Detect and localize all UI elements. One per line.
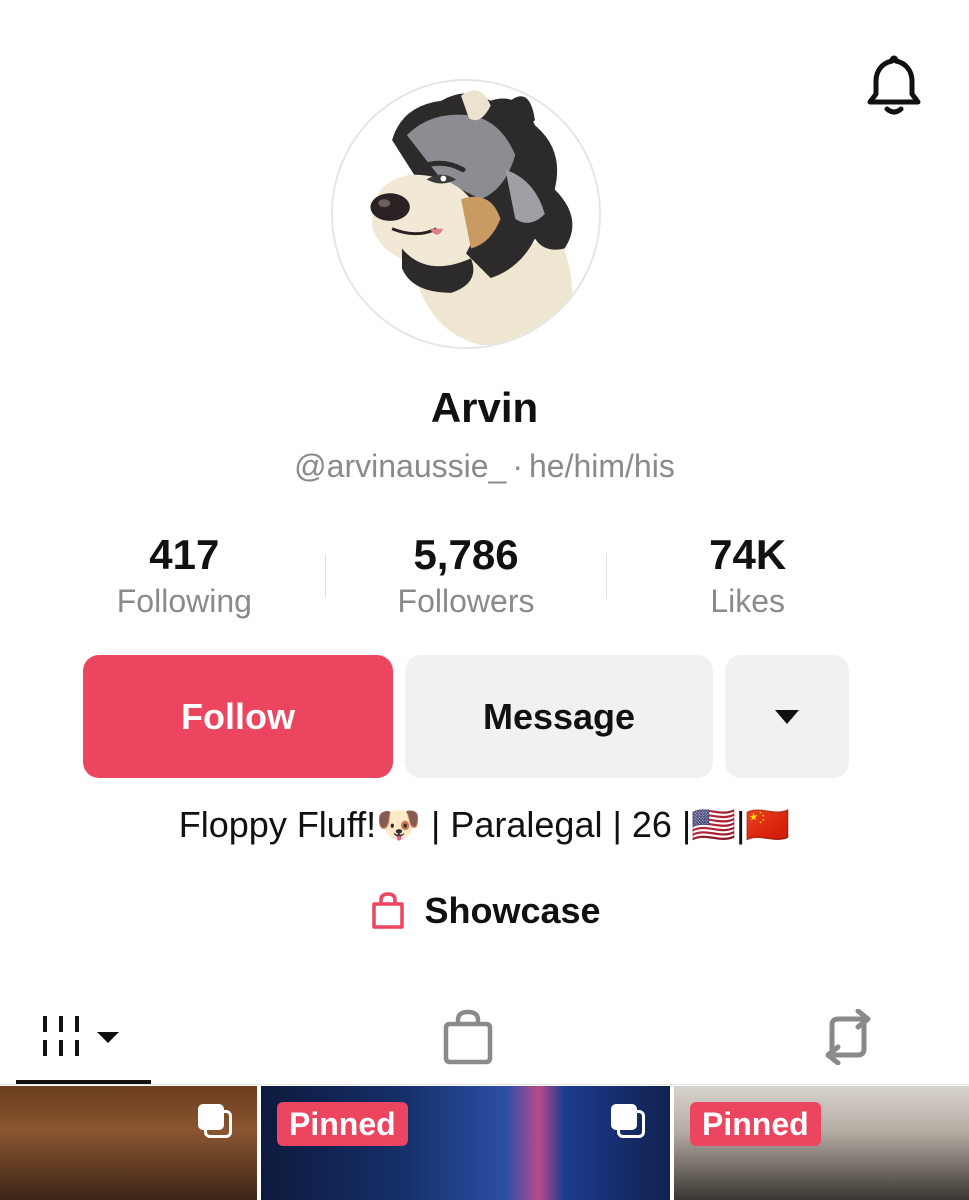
video-thumbnail[interactable]: Pinned [674, 1086, 969, 1200]
profile-avatar[interactable] [331, 79, 601, 349]
more-options-button[interactable] [725, 655, 849, 778]
video-thumbnail[interactable] [0, 1086, 257, 1200]
stat-following[interactable]: 417 Following [44, 530, 325, 626]
handle-separator: · [512, 448, 523, 484]
showcase-link[interactable]: Showcase [0, 890, 969, 932]
stat-likes-value: 74K [709, 531, 787, 578]
pinned-badge: Pinned [690, 1102, 821, 1146]
repost-icon [825, 1009, 870, 1065]
multi-photo-icon-front [611, 1104, 637, 1130]
video-grid: Pinned Pinned [0, 1086, 969, 1200]
message-button[interactable]: Message [405, 655, 713, 778]
stat-following-label: Following [116, 583, 252, 619]
tab-shop[interactable] [400, 990, 535, 1084]
stat-following-value: 417 [149, 531, 220, 578]
tab-videos[interactable] [16, 990, 151, 1084]
multi-photo-icon-front [198, 1104, 224, 1130]
pronouns: he/him/his [528, 448, 675, 484]
videos-grid-icon [42, 1016, 119, 1056]
bell-icon [867, 55, 921, 115]
dog-avatar [333, 81, 599, 347]
caret-down-icon [775, 709, 799, 724]
showcase-label: Showcase [424, 890, 601, 931]
tabs-divider [0, 1084, 969, 1085]
tab-repost[interactable] [780, 990, 915, 1084]
display-name: Arvin [430, 384, 539, 431]
stat-likes[interactable]: 74K Likes [607, 530, 888, 626]
bio-text: Floppy Fluff!🐶 | Paralegal | 26 |🇺🇸|🇨🇳 [178, 804, 791, 845]
video-thumbnail[interactable]: Pinned [261, 1086, 670, 1200]
stat-followers-value: 5,786 [413, 531, 519, 578]
stat-followers[interactable]: 5,786 Followers [326, 530, 607, 626]
pinned-badge: Pinned [277, 1102, 408, 1146]
shopping-bag-icon [372, 892, 405, 929]
multi-photo-icon [611, 1104, 647, 1140]
handle-line: @arvinaussie_ · he/him/his [0, 448, 969, 485]
profile-stats: 417 Following 5,786 Followers 74K Likes [44, 530, 888, 626]
username-handle: @arvinaussie_ [294, 448, 507, 484]
shopping-bag-icon [443, 1009, 492, 1065]
stat-followers-label: Followers [397, 583, 535, 619]
content-tabs [0, 990, 969, 1086]
notification-bell-button[interactable] [862, 52, 926, 118]
stat-likes-label: Likes [710, 583, 786, 619]
multi-photo-icon [198, 1104, 234, 1140]
follow-button[interactable]: Follow [83, 655, 393, 778]
